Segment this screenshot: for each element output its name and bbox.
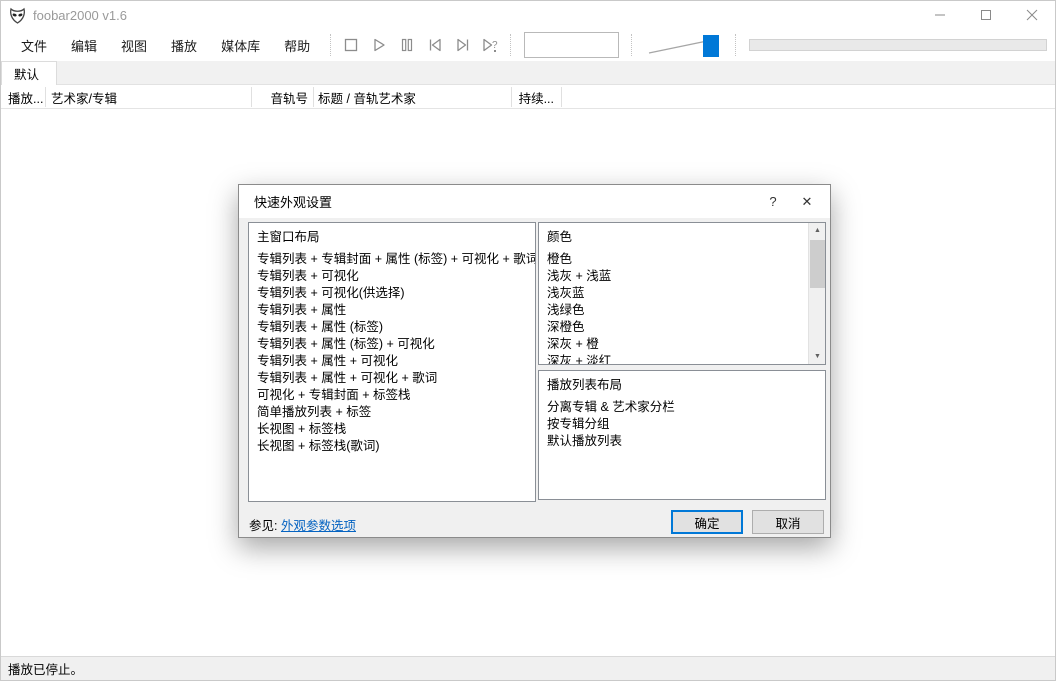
playlist-tab-bar: 默认 bbox=[1, 61, 1055, 85]
random-icon[interactable]: ? bbox=[480, 34, 502, 56]
previous-icon[interactable] bbox=[424, 34, 446, 56]
volume-handle bbox=[703, 35, 720, 57]
main-layout-listbox: 主窗口布局 专辑列表 + 专辑封面 + 属性 (标签) + 可视化 + 歌词 专辑… bbox=[248, 222, 536, 502]
main-layout-item[interactable]: 专辑列表 + 属性 (标签) bbox=[257, 319, 535, 336]
scroll-up-icon[interactable]: ▲ bbox=[809, 223, 825, 238]
menu-toolbar-row: 文件 编辑 视图 播放 媒体库 帮助 ? bbox=[1, 29, 1055, 61]
window-title: foobar2000 v1.6 bbox=[33, 7, 127, 23]
scrollbar-thumb[interactable] bbox=[810, 240, 825, 288]
main-layout-item[interactable]: 简单播放列表 + 标签 bbox=[257, 404, 535, 421]
color-scheme-item[interactable]: 深灰 + 淡红 bbox=[547, 353, 808, 364]
see-also-row: 参见: 外观参数选项 bbox=[249, 515, 356, 534]
menu-item[interactable]: 视图 bbox=[109, 30, 159, 61]
dialog-title: 快速外观设置 bbox=[254, 195, 333, 210]
see-also-label: 参见: bbox=[249, 519, 278, 533]
playlist-layout-listbox: 播放列表布局 分离专辑 & 艺术家分栏 按专辑分组 默认播放列表 bbox=[538, 370, 826, 500]
stop-icon[interactable] bbox=[340, 34, 362, 56]
status-text: 播放已停止。 bbox=[8, 663, 84, 677]
menu-item[interactable]: 播放 bbox=[159, 30, 209, 61]
column-divider[interactable] bbox=[45, 87, 46, 107]
column-track-number[interactable]: 音轨号 bbox=[253, 85, 308, 109]
menu-item[interactable]: 帮助 bbox=[272, 30, 322, 61]
column-divider[interactable] bbox=[313, 87, 314, 107]
main-layout-item[interactable]: 专辑列表 + 可视化(供选择) bbox=[257, 285, 535, 302]
color-scheme-item[interactable]: 橙色 bbox=[547, 251, 808, 268]
playlist-layout-header: 播放列表布局 bbox=[547, 378, 623, 392]
play-icon[interactable] bbox=[368, 34, 390, 56]
colors-listbox: 颜色 橙色 浅灰 + 浅蓝 浅灰蓝 浅绿色 深橙色 深灰 + 橙深灰 + 淡红 ▲ ▼ bbox=[538, 222, 826, 365]
colors-scrollbar[interactable]: ▲ ▼ bbox=[808, 223, 825, 364]
column-playing[interactable]: 播放... bbox=[8, 85, 44, 109]
column-artist-album[interactable]: 艺术家/专辑 bbox=[51, 85, 246, 109]
tab-default[interactable]: 默认 bbox=[1, 61, 57, 85]
help-icon[interactable]: ? bbox=[756, 185, 790, 218]
main-layout-item[interactable]: 专辑列表 + 属性 (标签) + 可视化 bbox=[257, 336, 535, 353]
dialog-close-icon[interactable]: ✕ bbox=[790, 185, 824, 218]
foobar2000-logo-icon bbox=[10, 7, 25, 24]
main-layout-item[interactable]: 专辑列表 + 可视化 bbox=[257, 268, 535, 285]
column-divider[interactable] bbox=[511, 87, 512, 107]
close-icon[interactable] bbox=[1009, 1, 1055, 29]
toolbar-gripper[interactable] bbox=[330, 34, 335, 56]
svg-text:?: ? bbox=[492, 40, 498, 51]
menu-item[interactable]: 媒体库 bbox=[209, 30, 272, 61]
main-layout-item[interactable]: 长视图 + 标签栈 bbox=[257, 421, 535, 438]
toolbar-gripper[interactable] bbox=[510, 34, 515, 56]
color-scheme-item[interactable]: 深橙色 bbox=[547, 319, 808, 336]
appearance-preferences-link[interactable]: 外观参数选项 bbox=[281, 519, 356, 533]
color-scheme-item[interactable]: 浅灰 + 浅蓝 bbox=[547, 268, 808, 285]
main-layout-item[interactable]: 专辑列表 + 属性 + 可视化 bbox=[257, 353, 535, 370]
ok-button[interactable]: 确定 bbox=[671, 510, 743, 534]
pause-icon[interactable] bbox=[396, 34, 418, 56]
dialog-title-bar: 快速外观设置 ? ✕ bbox=[239, 185, 830, 218]
main-layout-item[interactable]: 专辑列表 + 属性 + 可视化 + 歌词 bbox=[257, 370, 535, 387]
playlist-layout-items: 分离专辑 & 艺术家分栏 按专辑分组 默认播放列表 bbox=[547, 399, 825, 450]
color-scheme-item[interactable]: 浅绿色 bbox=[547, 302, 808, 319]
playlist-layout-item[interactable]: 按专辑分组 bbox=[547, 416, 825, 433]
menu-item[interactable]: 文件 bbox=[9, 30, 59, 61]
toolbar-gripper[interactable] bbox=[631, 34, 636, 56]
column-divider[interactable] bbox=[561, 87, 562, 107]
foobar2000-window: foobar2000 v1.6 文件 编辑 视图 播放 媒体库 帮助 ? 默认 … bbox=[0, 0, 1056, 681]
maximize-icon[interactable] bbox=[963, 1, 1009, 29]
playlist-column-header: 播放... 艺术家/专辑 音轨号 标题 / 音轨艺术家 持续... bbox=[1, 85, 1055, 109]
main-layout-header: 主窗口布局 bbox=[257, 230, 320, 244]
column-title-artist[interactable]: 标题 / 音轨艺术家 bbox=[318, 85, 508, 109]
main-layout-item[interactable]: 长视图 + 标签栈(歌词) bbox=[257, 438, 535, 455]
search-input[interactable] bbox=[524, 32, 620, 58]
playlist-layout-item[interactable]: 分离专辑 & 艺术家分栏 bbox=[547, 399, 825, 416]
color-scheme-item[interactable]: 浅灰蓝 bbox=[547, 285, 808, 302]
main-layout-item[interactable]: 可视化 + 专辑封面 + 标签栈 bbox=[257, 387, 535, 404]
color-scheme-item[interactable]: 深灰 + 橙 bbox=[547, 336, 808, 353]
main-layout-item[interactable]: 专辑列表 + 专辑封面 + 属性 (标签) + 可视化 + 歌词 bbox=[257, 251, 535, 268]
column-divider[interactable] bbox=[251, 87, 252, 107]
quick-appearance-setup-dialog: 快速外观设置 ? ✕ 主窗口布局 专辑列表 + 专辑封面 + 属性 (标签) +… bbox=[238, 184, 831, 538]
next-icon[interactable] bbox=[452, 34, 474, 56]
column-duration[interactable]: 持续... bbox=[506, 85, 554, 109]
status-bar: 播放已停止。 bbox=[1, 656, 1055, 680]
main-layout-items: 专辑列表 + 专辑封面 + 属性 (标签) + 可视化 + 歌词 专辑列表 + 可… bbox=[257, 251, 535, 455]
toolbar-gripper[interactable] bbox=[735, 34, 740, 56]
seek-bar[interactable] bbox=[749, 39, 1047, 51]
menu-bar: 文件 编辑 视图 播放 媒体库 帮助 bbox=[9, 30, 322, 61]
menu-item[interactable]: 编辑 bbox=[59, 30, 109, 61]
playlist-layout-item[interactable]: 默认播放列表 bbox=[547, 433, 825, 450]
minimize-icon[interactable] bbox=[917, 1, 963, 29]
colors-items: 橙色 浅灰 + 浅蓝 浅灰蓝 浅绿色 深橙色 深灰 + 橙深灰 + 淡红 bbox=[547, 251, 808, 364]
main-layout-item[interactable]: 专辑列表 + 属性 bbox=[257, 302, 535, 319]
scroll-down-icon[interactable]: ▼ bbox=[809, 349, 825, 364]
cancel-button[interactable]: 取消 bbox=[752, 510, 824, 534]
transport-controls: ? bbox=[340, 34, 502, 56]
title-bar: foobar2000 v1.6 bbox=[1, 1, 1055, 29]
volume-slider[interactable] bbox=[645, 32, 723, 58]
colors-header: 颜色 bbox=[547, 230, 573, 244]
